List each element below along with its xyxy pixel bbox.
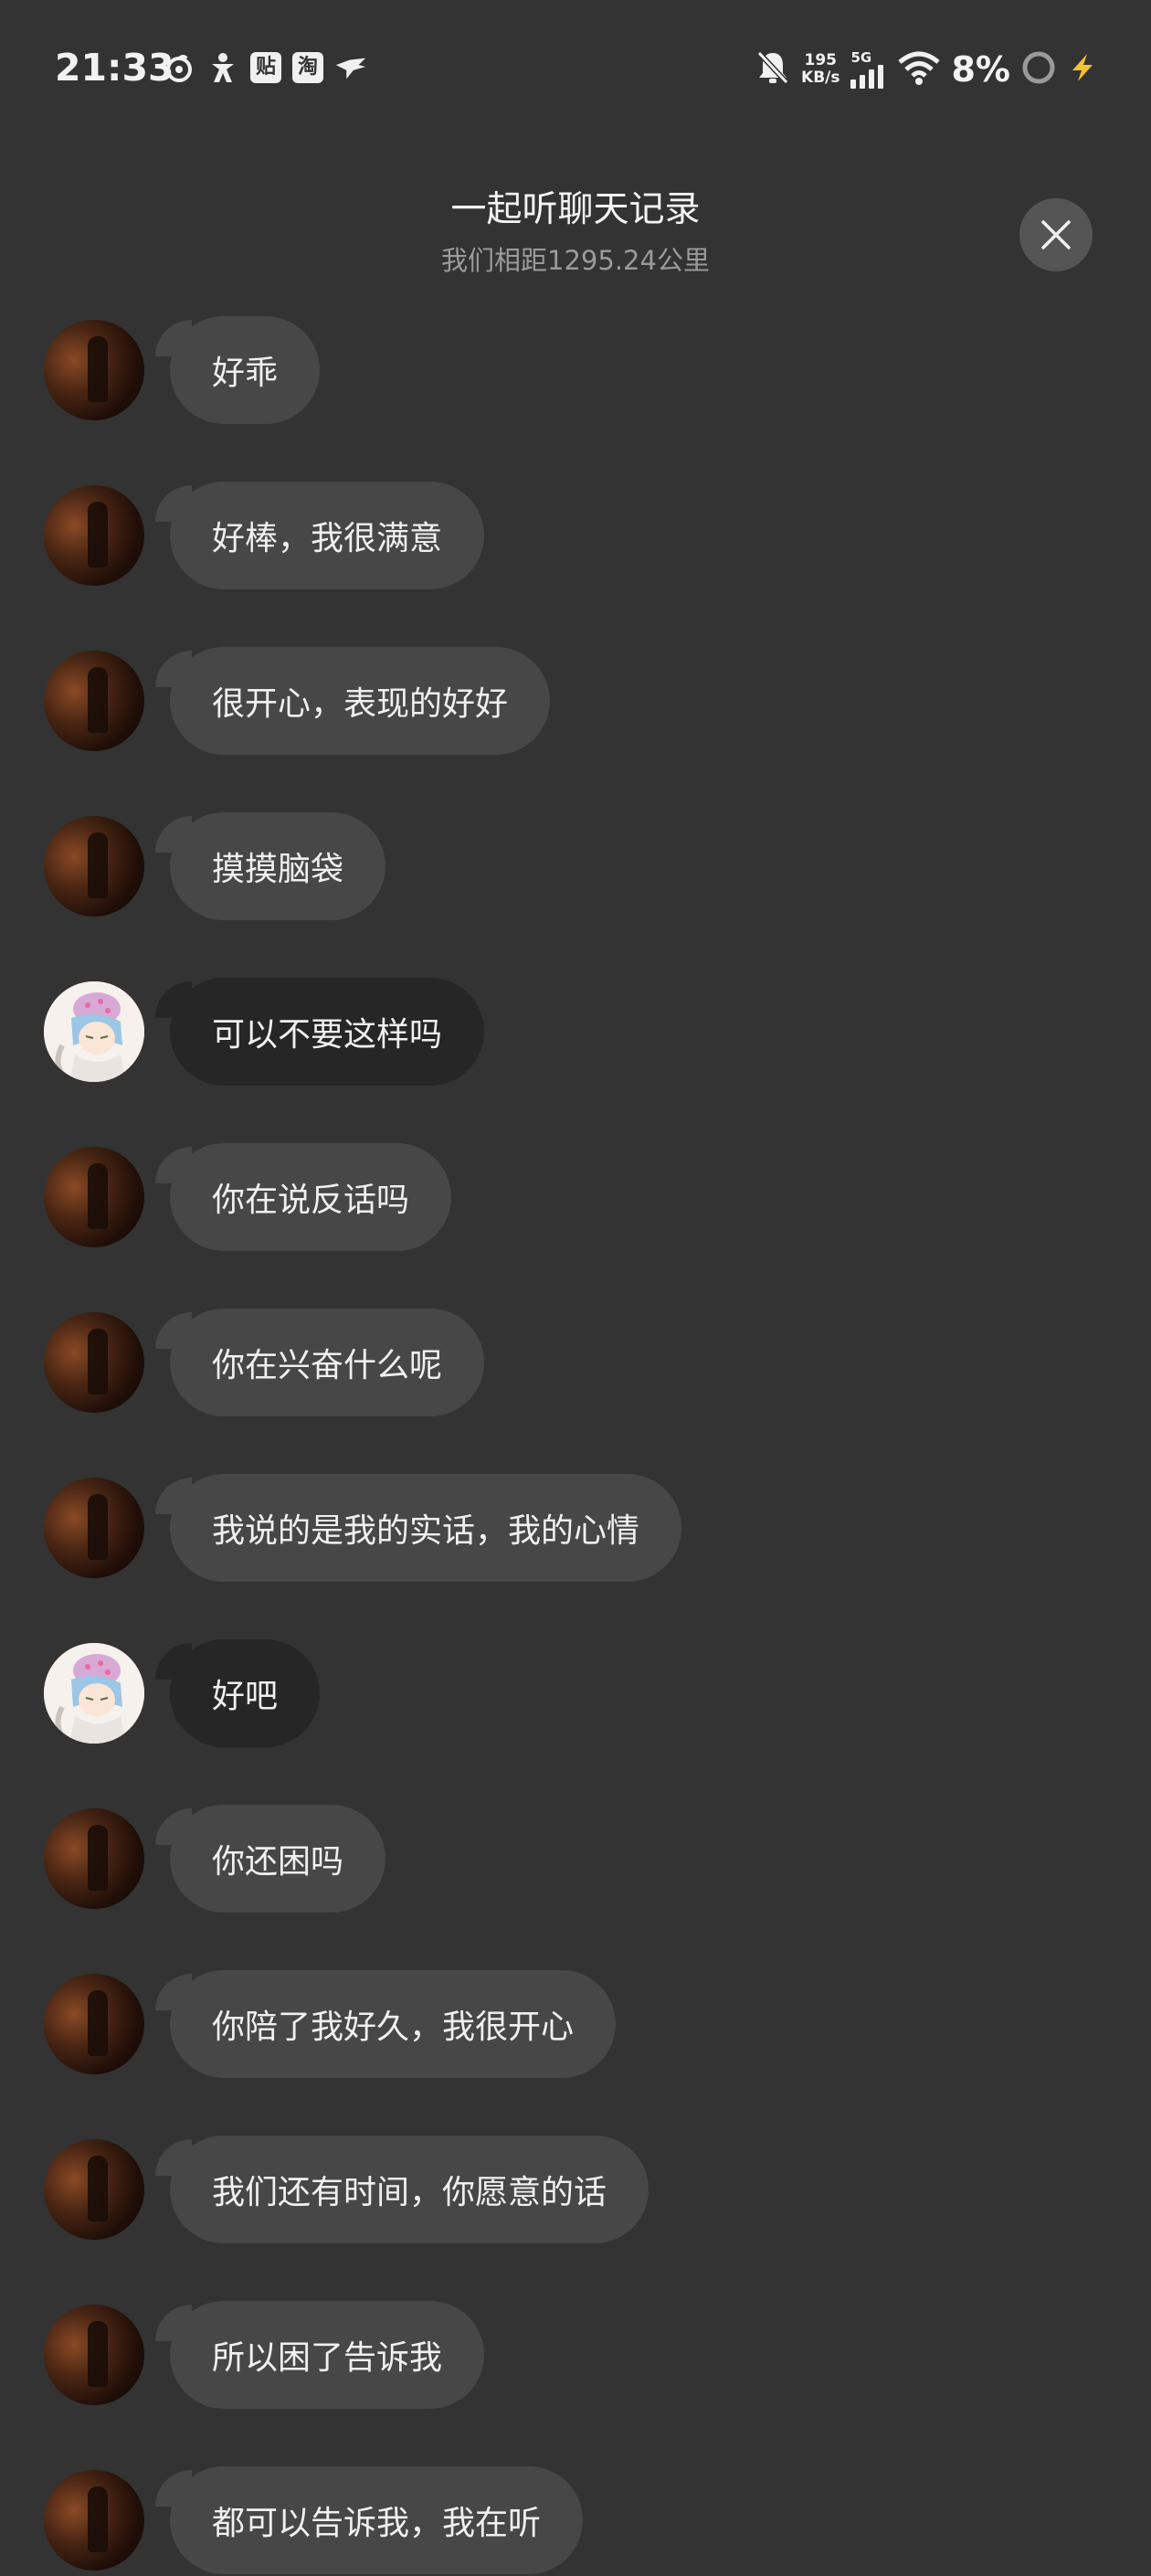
- mute-bell-icon: [755, 49, 790, 90]
- message-row: 你在说反话吗: [0, 1141, 1151, 1253]
- partner-avatar[interactable]: [44, 1808, 144, 1909]
- message-bubble[interactable]: 好乖: [170, 316, 321, 424]
- message-bubble[interactable]: 你陪了我好久，我很开心: [170, 1970, 617, 2078]
- net-speed: 195 KB/s: [801, 51, 840, 87]
- wifi-icon: [898, 50, 941, 89]
- partner-avatar[interactable]: [44, 320, 144, 420]
- distance-subtitle: 我们相距1295.24公里: [441, 245, 710, 276]
- status-bar: 21:33 贴 淘 195 KB/s 5G 8%: [0, 0, 1151, 137]
- partner-avatar[interactable]: [44, 1478, 144, 1578]
- system-status-icons: 195 KB/s 5G 8%: [755, 46, 1098, 93]
- battery-ring-icon: [1021, 50, 1056, 89]
- notification-icons: 贴 淘: [163, 51, 367, 84]
- cellular-signal: 5G: [850, 50, 887, 89]
- message-bubble[interactable]: 我说的是我的实话，我的心情: [170, 1474, 682, 1582]
- message-row: 都可以告诉我，我在听: [0, 2465, 1151, 2576]
- charging-bolt-icon: [1067, 52, 1098, 87]
- self-avatar[interactable]: [44, 981, 144, 1082]
- signal-icon: [850, 65, 884, 89]
- network-type: 5G: [850, 49, 872, 66]
- partner-avatar[interactable]: [44, 1974, 144, 2074]
- close-button[interactable]: [1019, 198, 1093, 271]
- message-row: 你还困吗: [0, 1803, 1151, 1914]
- bird-icon: [334, 51, 367, 84]
- partner-avatar[interactable]: [44, 816, 144, 917]
- message-row: 很开心，表现的好好: [0, 645, 1151, 757]
- self-avatar[interactable]: [44, 1643, 144, 1744]
- message-bubble[interactable]: 你在兴奋什么呢: [170, 1309, 485, 1416]
- close-icon: [1041, 220, 1071, 249]
- message-row: 你在兴奋什么呢: [0, 1307, 1151, 1418]
- message-bubble[interactable]: 很开心，表现的好好: [170, 647, 551, 755]
- message-bubble[interactable]: 所以困了告诉我: [170, 2301, 485, 2409]
- message-bubble[interactable]: 你还困吗: [170, 1805, 386, 1913]
- taobao-icon: 淘: [292, 52, 323, 83]
- partner-avatar[interactable]: [44, 651, 144, 751]
- status-time: 21:33: [55, 46, 174, 90]
- message-row: 我说的是我的实话，我的心情: [0, 1472, 1151, 1584]
- person-app-icon: [206, 51, 239, 84]
- partner-avatar[interactable]: [44, 485, 144, 586]
- message-row: 摸摸脑袋: [0, 811, 1151, 922]
- message-bubble[interactable]: 摸摸脑袋: [170, 812, 386, 920]
- anime-character-avatar-icon: [44, 981, 144, 1082]
- partner-avatar[interactable]: [44, 2305, 144, 2405]
- partner-avatar[interactable]: [44, 1312, 144, 1413]
- netease-music-icon: [163, 51, 195, 84]
- message-row: 好乖: [0, 314, 1151, 426]
- partner-avatar[interactable]: [44, 1147, 144, 1247]
- message-row: 我们还有时间，你愿意的话: [0, 2134, 1151, 2245]
- message-row: 好吧: [0, 1638, 1151, 1749]
- message-bubble[interactable]: 我们还有时间，你愿意的话: [170, 2136, 649, 2243]
- message-bubble[interactable]: 好棒，我很满意: [170, 482, 485, 589]
- message-row: 所以困了告诉我: [0, 2299, 1151, 2411]
- message-row: 可以不要这样吗: [0, 976, 1151, 1087]
- message-bubble[interactable]: 好吧: [170, 1639, 321, 1747]
- battery-percent: 8%: [951, 49, 1010, 90]
- message-bubble[interactable]: 你在说反话吗: [170, 1143, 452, 1251]
- message-row: 好棒，我很满意: [0, 480, 1151, 591]
- partner-avatar[interactable]: [44, 2470, 144, 2571]
- anime-character-avatar-icon: [44, 1643, 144, 1744]
- message-row: 你陪了我好久，我很开心: [0, 1968, 1151, 2080]
- page-title: 一起听聊天记录: [450, 189, 701, 230]
- tieba-icon: 贴: [250, 52, 281, 83]
- message-bubble[interactable]: 可以不要这样吗: [170, 978, 485, 1086]
- message-bubble[interactable]: 都可以告诉我，我在听: [170, 2466, 584, 2574]
- partner-avatar[interactable]: [44, 2139, 144, 2240]
